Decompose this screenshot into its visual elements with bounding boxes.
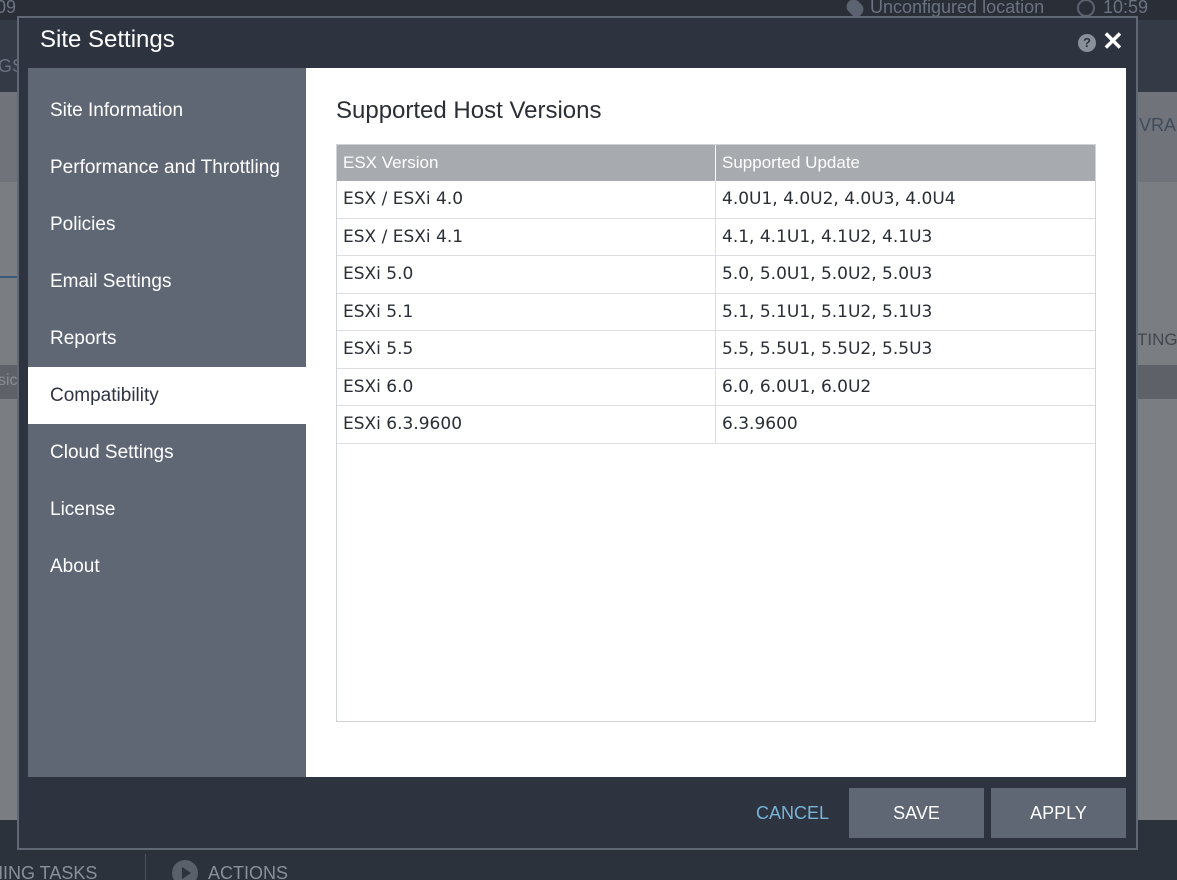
bottom-divider xyxy=(145,854,146,880)
apply-button[interactable]: APPLY xyxy=(991,788,1126,838)
column-header-esx-version[interactable]: ESX Version xyxy=(337,145,716,181)
sidebar-item-site-information[interactable]: Site Information xyxy=(28,82,306,139)
settings-sidebar: Site Information Performance and Throttl… xyxy=(28,68,306,777)
table-row[interactable]: ESX / ESXi 4.0 4.0U1, 4.0U2, 4.0U3, 4.0U… xyxy=(337,181,1095,219)
sidebar-item-cloud-settings[interactable]: Cloud Settings xyxy=(28,424,306,481)
sidebar-item-policies[interactable]: Policies xyxy=(28,196,306,253)
sidebar-item-license[interactable]: License xyxy=(28,481,306,538)
actions-label: ACTIONS xyxy=(208,862,289,880)
esx-version-cell: ESXi 6.0 xyxy=(337,368,716,405)
close-icon[interactable]: ✕ xyxy=(1102,28,1124,54)
site-settings-dialog: Site Settings ? ✕ Site Information Perfo… xyxy=(17,16,1138,850)
sidebar-item-performance-and-throttling[interactable]: Performance and Throttling xyxy=(28,139,306,196)
help-icon[interactable]: ? xyxy=(1078,34,1096,52)
esx-version-cell: ESX / ESXi 4.1 xyxy=(337,218,716,255)
app-column-fragment: sic xyxy=(0,372,18,389)
clock-icon xyxy=(1077,0,1095,17)
table-row[interactable]: ESXi 6.3.9600 6.3.9600 xyxy=(337,406,1095,444)
esx-version-cell: ESXi 5.1 xyxy=(337,293,716,330)
cancel-button[interactable]: CANCEL xyxy=(756,788,829,838)
host-versions-table: ESX Version Supported Update ESX / ESXi … xyxy=(336,144,1096,722)
supported-update-cell: 6.3.9600 xyxy=(722,414,798,434)
table-row[interactable]: ESX / ESXi 4.1 4.1, 4.1U1, 4.1U2, 4.1U3 xyxy=(337,218,1095,256)
esx-version-cell: ESXi 6.3.9600 xyxy=(337,406,716,443)
table-row[interactable]: ESXi 5.1 5.1, 5.1U1, 5.1U2, 5.1U3 xyxy=(337,293,1095,331)
app-settings-fragment: TINGS xyxy=(1137,330,1177,349)
supported-update-cell: 5.5, 5.5U1, 5.5U2, 5.5U3 xyxy=(722,339,933,359)
dialog-title: Site Settings xyxy=(40,26,175,53)
supported-update-cell: 5.1, 5.1U1, 5.1U2, 5.1U3 xyxy=(722,301,933,322)
table-row[interactable]: ESXi 6.0 6.0, 6.0U1, 6.0U2 xyxy=(337,368,1095,406)
esx-version-cell: ESXi 5.0 xyxy=(337,256,716,293)
sidebar-item-reports[interactable]: Reports xyxy=(28,310,306,367)
esx-version-cell: ESX / ESXi 4.0 xyxy=(337,181,716,218)
sidebar-item-compatibility[interactable]: Compatibility xyxy=(28,367,306,424)
table-row[interactable]: ESXi 5.5 5.5, 5.5U1, 5.5U2, 5.5U3 xyxy=(337,331,1095,369)
actions-button: ACTIONS xyxy=(172,860,288,880)
play-icon xyxy=(172,860,198,880)
supported-update-cell: 4.1, 4.1U1, 4.1U2, 4.1U3 xyxy=(722,226,933,247)
supported-update-cell: 6.0, 6.0U1, 6.0U2 xyxy=(722,376,872,397)
sidebar-item-email-settings[interactable]: Email Settings xyxy=(28,253,306,310)
save-button[interactable]: SAVE xyxy=(849,788,984,838)
sidebar-item-about[interactable]: About xyxy=(28,538,306,595)
supported-update-cell: 4.0U1, 4.0U2, 4.0U3, 4.0U4 xyxy=(722,189,956,209)
running-tasks-label: NING TASKS xyxy=(0,863,98,880)
table-header: ESX Version Supported Update xyxy=(337,145,1095,181)
panel-title: Supported Host Versions xyxy=(336,97,602,124)
supported-update-cell: 5.0, 5.0U1, 5.0U2, 5.0U3 xyxy=(722,264,933,284)
compatibility-panel: Supported Host Versions ESX Version Supp… xyxy=(306,68,1126,777)
column-header-supported-update[interactable]: Supported Update xyxy=(716,145,1095,181)
app-tab-fragment: VRA xyxy=(1139,115,1177,135)
dialog-header: Site Settings ? ✕ xyxy=(19,18,1136,68)
table-row[interactable]: ESXi 5.0 5.0, 5.0U1, 5.0U2, 5.0U3 xyxy=(337,256,1095,294)
table-body: ESX / ESXi 4.0 4.0U1, 4.0U2, 4.0U3, 4.0U… xyxy=(337,181,1095,444)
top-bar-time-fragment: 09 xyxy=(0,0,17,17)
esx-version-cell: ESXi 5.5 xyxy=(337,331,716,368)
